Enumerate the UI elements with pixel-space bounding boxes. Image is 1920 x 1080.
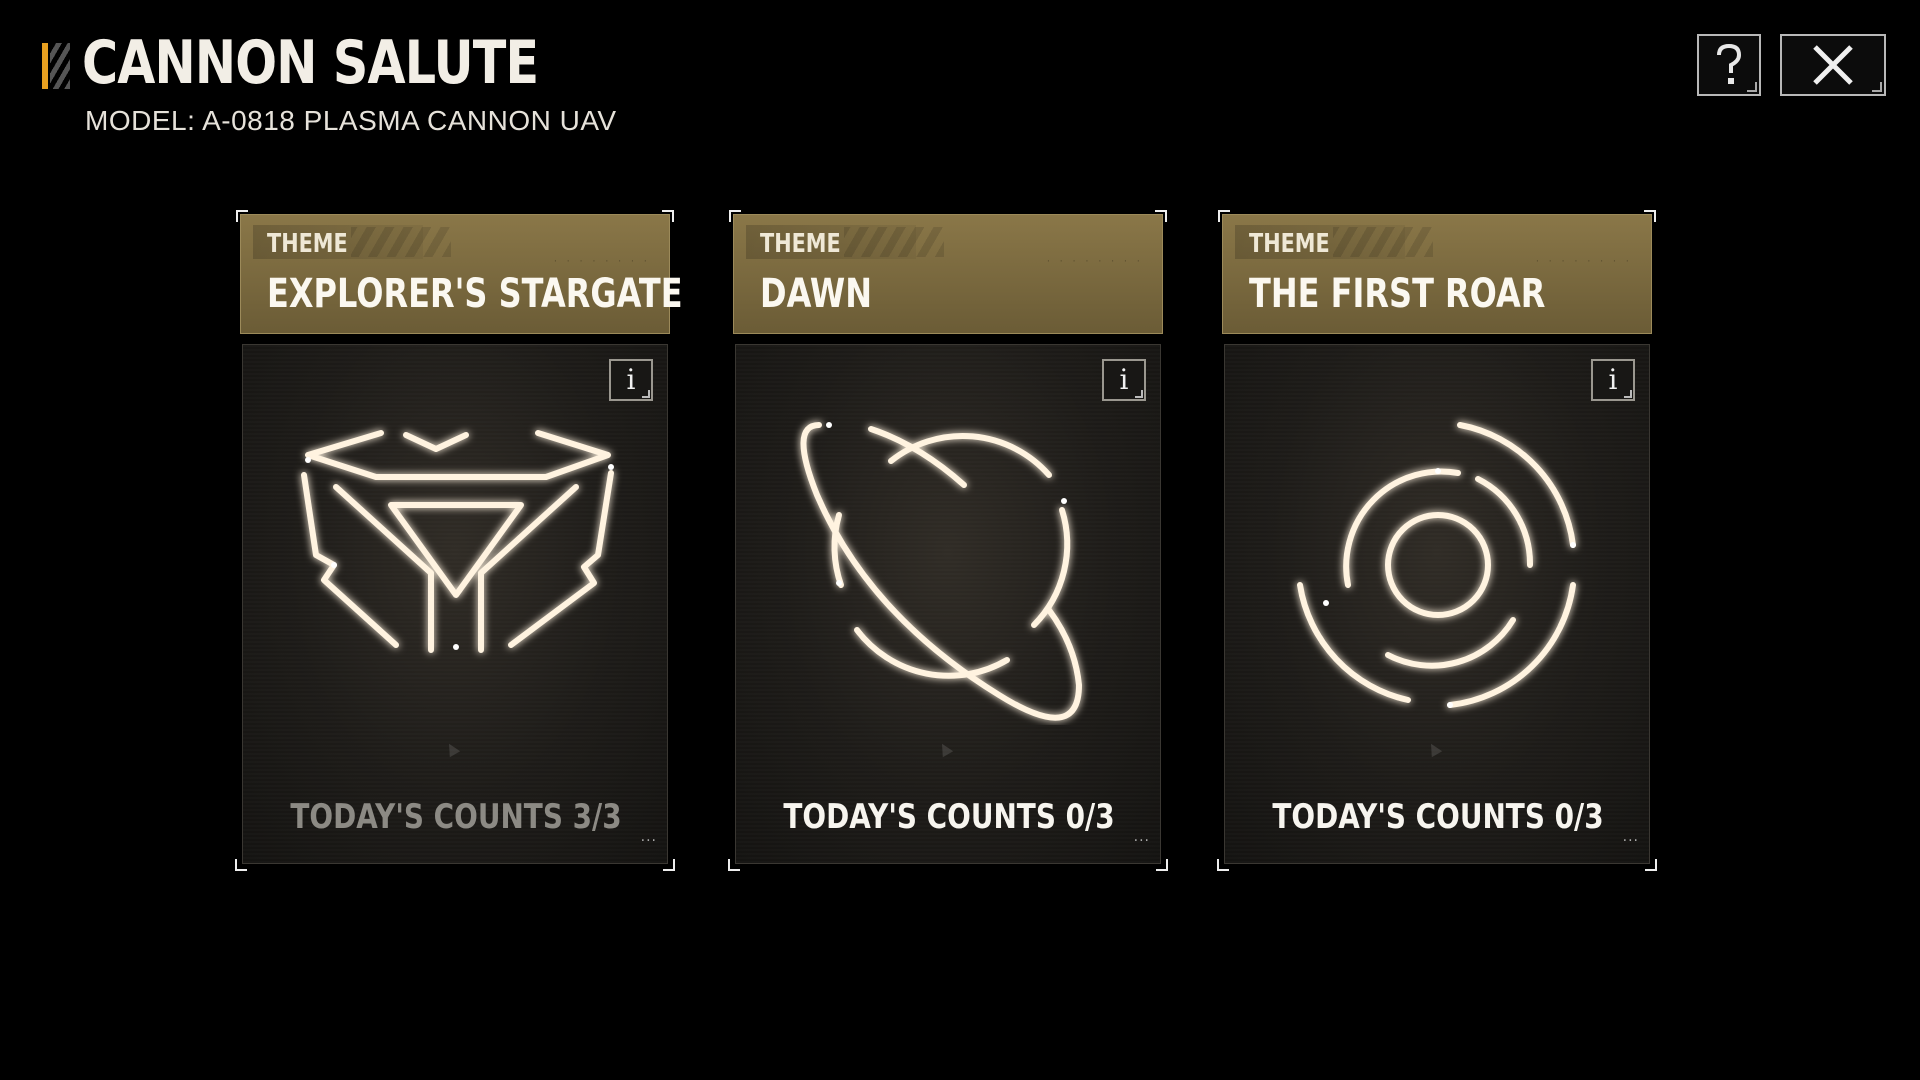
info-icon: i: [1608, 363, 1618, 396]
card-body: i: [735, 344, 1161, 864]
card-header: · · · · · · · · THEME THE FIRST ROAR: [1218, 210, 1656, 334]
theme-name: DAWN: [760, 271, 872, 317]
help-button[interactable]: [1697, 34, 1761, 96]
title-accent-bar: [42, 43, 48, 89]
card-header: · · · · · · · · THEME DAWN: [729, 210, 1167, 334]
theme-card-the-first-roar[interactable]: · · · · · · · · THEME THE FIRST ROAR i T…: [1217, 210, 1657, 871]
close-button[interactable]: [1780, 34, 1886, 96]
card-body: i: [1224, 344, 1650, 864]
todays-counts: TODAY'S COUNTS 0/3: [1272, 797, 1604, 837]
cube-y-emblem-icon: [301, 430, 614, 653]
theme-name: THE FIRST ROAR: [1249, 271, 1546, 317]
card-body: i: [242, 344, 668, 864]
theme-name: EXPLORER'S STARGATE: [267, 271, 683, 317]
todays-counts: TODAY'S COUNTS 0/3: [783, 797, 1115, 837]
theme-card-explorers-stargate[interactable]: · · · · · · · · THEME EXPLORER'S STARGAT…: [235, 210, 683, 871]
question-icon: [1717, 43, 1742, 84]
ringed-planet-icon: [800, 422, 1083, 721]
info-button[interactable]: i: [1591, 359, 1635, 401]
page-title: CANNON SALUTE: [82, 28, 539, 98]
theme-label: THEME: [267, 229, 348, 259]
theme-label: THEME: [1249, 229, 1330, 259]
concentric-rings-icon: [1297, 422, 1576, 708]
info-icon: i: [1119, 363, 1129, 396]
info-button[interactable]: i: [1102, 359, 1146, 401]
title-stripes: [50, 43, 70, 89]
info-icon: i: [626, 363, 636, 396]
theme-label: THEME: [760, 229, 841, 259]
theme-card-dawn[interactable]: · · · · · · · · THEME DAWN i TODAY'S COU…: [728, 210, 1168, 871]
card-header: · · · · · · · · THEME EXPLORER'S STARGAT…: [236, 210, 683, 334]
close-icon: [1813, 45, 1853, 85]
cannon-salute-screen: CANNON SALUTE MODEL: A-0818 PLASMA CANNO…: [0, 0, 1920, 1080]
info-button[interactable]: i: [609, 359, 653, 401]
todays-counts: TODAY'S COUNTS 3/3: [290, 797, 622, 837]
model-subtitle: MODEL: A-0818 PLASMA CANNON UAV: [85, 105, 617, 136]
